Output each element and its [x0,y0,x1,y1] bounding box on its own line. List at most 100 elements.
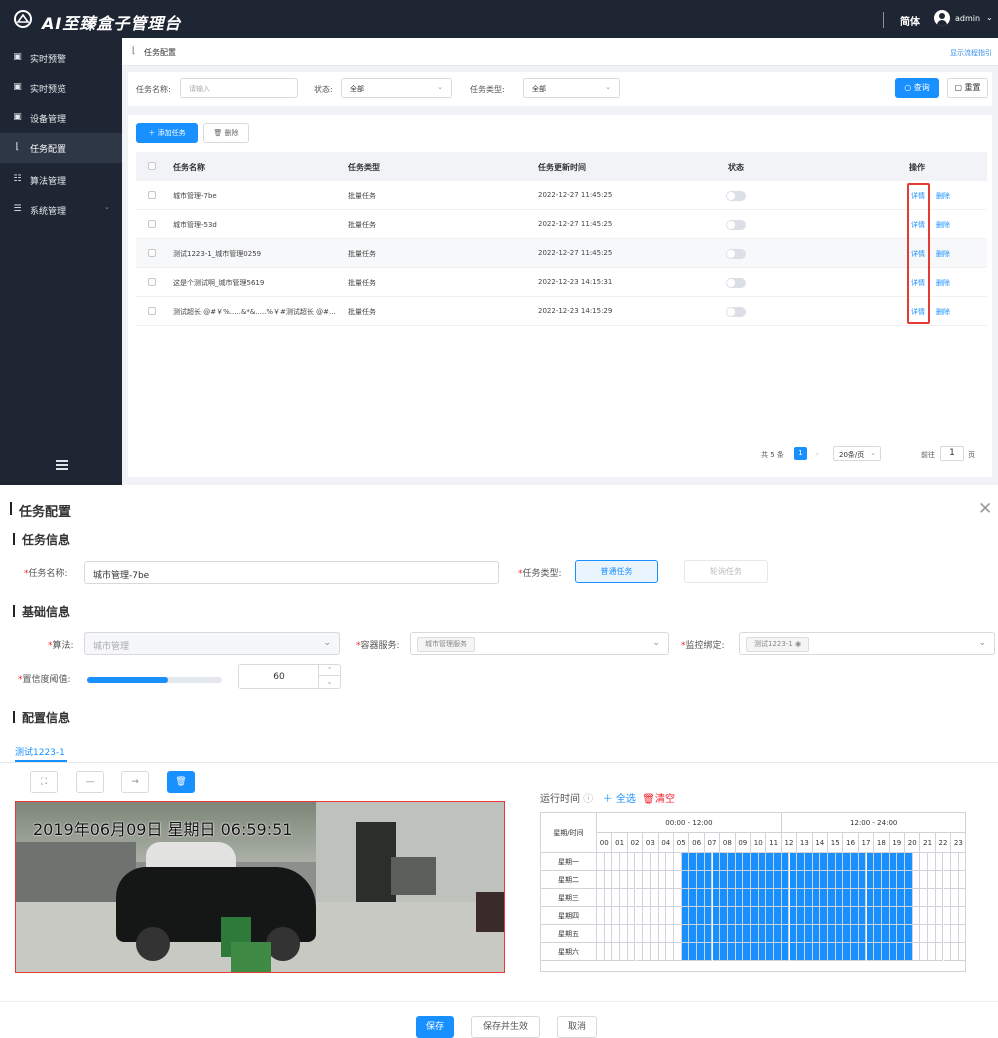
schedule-slot[interactable] [666,889,674,907]
schedule-slot[interactable] [689,925,698,943]
schedule-slot[interactable] [674,853,682,871]
schedule-slot[interactable] [828,943,836,961]
schedule-slot[interactable] [835,943,844,961]
schedule-slot[interactable] [835,925,844,943]
row-checkbox[interactable] [148,278,156,286]
schedule-slot[interactable] [858,943,867,961]
schedule-slot[interactable] [774,853,782,871]
schedule-slot[interactable] [658,889,667,907]
schedule-slot[interactable] [943,907,952,925]
schedule-slot[interactable] [766,889,775,907]
arrow-right-icon[interactable]: → [121,771,149,793]
schedule-slot[interactable] [812,889,821,907]
schedule-slot[interactable] [712,853,721,871]
schedule-slot[interactable] [712,925,721,943]
schedule-slot[interactable] [889,925,898,943]
schedule-slot[interactable] [820,907,828,925]
schedule-slot[interactable] [951,925,959,943]
schedule-slot[interactable] [597,925,605,943]
schedule-slot[interactable] [935,889,944,907]
schedule-slot[interactable] [812,907,821,925]
schedule-slot[interactable] [704,853,713,871]
schedule-slot[interactable] [820,925,828,943]
schedule-slot[interactable] [774,889,782,907]
schedule-slot[interactable] [766,871,775,889]
select-all-checkbox[interactable] [148,162,156,170]
schedule-slot[interactable] [681,871,690,889]
schedule-slot[interactable] [751,943,759,961]
schedule-slot[interactable] [681,907,690,925]
page-number-current[interactable]: 1 [794,447,807,460]
schedule-slot[interactable] [928,907,936,925]
schedule-slot[interactable] [735,925,744,943]
schedule-slot[interactable] [828,907,836,925]
schedule-slot[interactable] [604,853,613,871]
save-and-apply-button[interactable]: 保存并生效 [471,1016,540,1038]
schedule-slot[interactable] [897,907,905,925]
table-row[interactable]: 测试1223-1_城市管理0259 批量任务 2022-12-27 11:45:… [136,239,987,268]
schedule-slot[interactable] [766,907,775,925]
schedule-slot[interactable] [828,871,836,889]
schedule-slot[interactable] [727,925,736,943]
schedule-slot[interactable] [851,925,859,943]
schedule-slot[interactable] [781,871,790,889]
schedule-slot[interactable] [928,925,936,943]
schedule-slot[interactable] [604,889,613,907]
schedule-slot[interactable] [797,907,805,925]
tab-camera[interactable]: 测试1223-1 [15,745,65,758]
fullscreen-icon[interactable]: ⛶ [30,771,58,793]
schedule-slot[interactable] [743,871,751,889]
schedule-slot[interactable] [712,871,721,889]
schedule-slot[interactable] [658,853,667,871]
schedule-slot[interactable] [643,853,651,871]
confidence-value[interactable]: 60 [239,672,319,682]
schedule-slot[interactable] [766,925,775,943]
schedule-slot[interactable] [951,943,959,961]
sidebar-item-system-management[interactable]: ☰ 系统管理 ⌄ [0,195,122,225]
schedule-slot[interactable] [889,943,898,961]
schedule-slot[interactable] [627,889,636,907]
schedule-slot[interactable] [912,853,921,871]
schedule-slot[interactable] [858,871,867,889]
schedule-slot[interactable] [643,907,651,925]
schedule-slot[interactable] [874,853,882,871]
schedule-slot[interactable] [627,943,636,961]
schedule-slot[interactable] [881,943,890,961]
schedule-slot[interactable] [820,889,828,907]
schedule-slot[interactable] [604,871,613,889]
row-checkbox[interactable] [148,307,156,315]
schedule-slot[interactable] [612,871,621,889]
schedule-slot[interactable] [674,943,682,961]
schedule-slot[interactable] [735,853,744,871]
schedule-slot[interactable] [643,871,651,889]
schedule-slot[interactable] [789,925,798,943]
query-button[interactable]: ○ 查询 [895,78,939,98]
schedule-slot[interactable] [804,853,813,871]
schedule-slot[interactable] [804,943,813,961]
schedule-slot[interactable] [774,943,782,961]
schedule-slot[interactable] [912,943,921,961]
schedule-slot[interactable] [874,889,882,907]
schedule-slot[interactable] [820,871,828,889]
confidence-slider[interactable] [87,677,222,683]
schedule-slot[interactable] [897,853,905,871]
schedule-slot[interactable] [620,871,628,889]
schedule-slot[interactable] [935,907,944,925]
schedule-slot[interactable] [612,853,621,871]
schedule-slot[interactable] [758,907,767,925]
schedule-slot[interactable] [874,907,882,925]
schedule-slot[interactable] [804,871,813,889]
schedule-slot[interactable] [920,871,929,889]
schedule-slot[interactable] [689,907,698,925]
schedule-slot[interactable] [612,907,621,925]
schedule-slot[interactable] [897,889,905,907]
schedule-slot[interactable] [612,943,621,961]
delete-link[interactable]: 删除 [936,249,950,259]
select-all-button[interactable]: ＋ 全选 [603,794,636,805]
schedule-slot[interactable] [920,853,929,871]
schedule-slot[interactable] [881,871,890,889]
schedule-slot[interactable] [943,853,952,871]
add-task-button[interactable]: ＋ 添加任务 [136,123,198,143]
user-name[interactable]: admin [955,14,980,23]
schedule-slot[interactable] [751,889,759,907]
